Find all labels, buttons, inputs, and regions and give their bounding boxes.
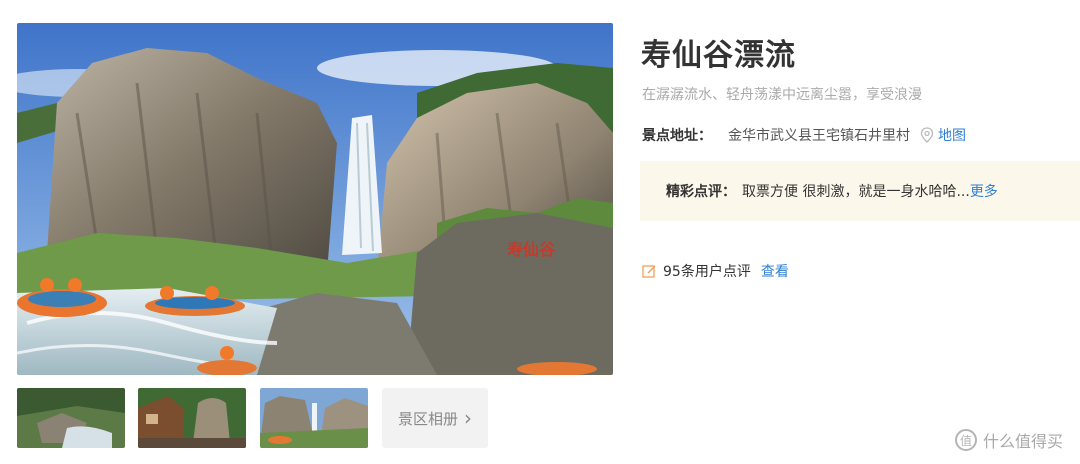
attraction-subtitle: 在潺潺流水、轻舟荡漾中远离尘嚣，享受浪漫 <box>642 87 922 103</box>
thumbnail-image <box>260 388 368 448</box>
attraction-title: 寿仙谷漂流 <box>641 38 796 73</box>
rafting-scene-image: 寿仙谷 <box>17 23 613 375</box>
watermark: 值 什么值得买 <box>955 428 1063 452</box>
location-pin-icon[interactable] <box>920 127 934 143</box>
review-count-row: 95条用户点评 查看 <box>642 261 789 281</box>
gallery-thumbnail[interactable] <box>17 388 125 448</box>
more-link[interactable]: 更多 <box>970 181 998 201</box>
address-label: 景点地址： <box>642 128 712 144</box>
address-value: 金华市武义县王宅镇石井里村 <box>728 128 910 144</box>
featured-review: 精彩点评： 取票方便 很刺激，就是一身水哈哈... 更多 <box>640 161 1080 221</box>
gallery-thumbnail[interactable] <box>260 388 368 448</box>
chevron-right-icon: › <box>464 406 472 430</box>
thumbnail-image <box>138 388 246 448</box>
main-photo[interactable]: 寿仙谷 <box>17 23 613 375</box>
review-text: 取票方便 很刺激，就是一身水哈哈... <box>742 184 970 200</box>
address-row: 景点地址： 金华市武义县王宅镇石井里村 地图 <box>642 125 966 145</box>
album-label: 景区相册 <box>397 409 458 428</box>
album-button[interactable]: 景区相册 › <box>382 388 488 448</box>
review-count: 95条用户点评 <box>663 264 751 280</box>
watermark-logo-icon: 值 <box>955 429 977 451</box>
edit-icon <box>642 264 657 279</box>
map-link[interactable]: 地图 <box>938 125 966 145</box>
view-reviews-link[interactable]: 查看 <box>761 261 789 281</box>
gallery-thumbnail[interactable] <box>138 388 246 448</box>
watermark-text: 什么值得买 <box>983 432 1064 451</box>
review-label: 精彩点评： <box>666 184 736 200</box>
rock-inscription: 寿仙谷 <box>507 240 556 259</box>
thumbnail-image <box>17 388 125 448</box>
